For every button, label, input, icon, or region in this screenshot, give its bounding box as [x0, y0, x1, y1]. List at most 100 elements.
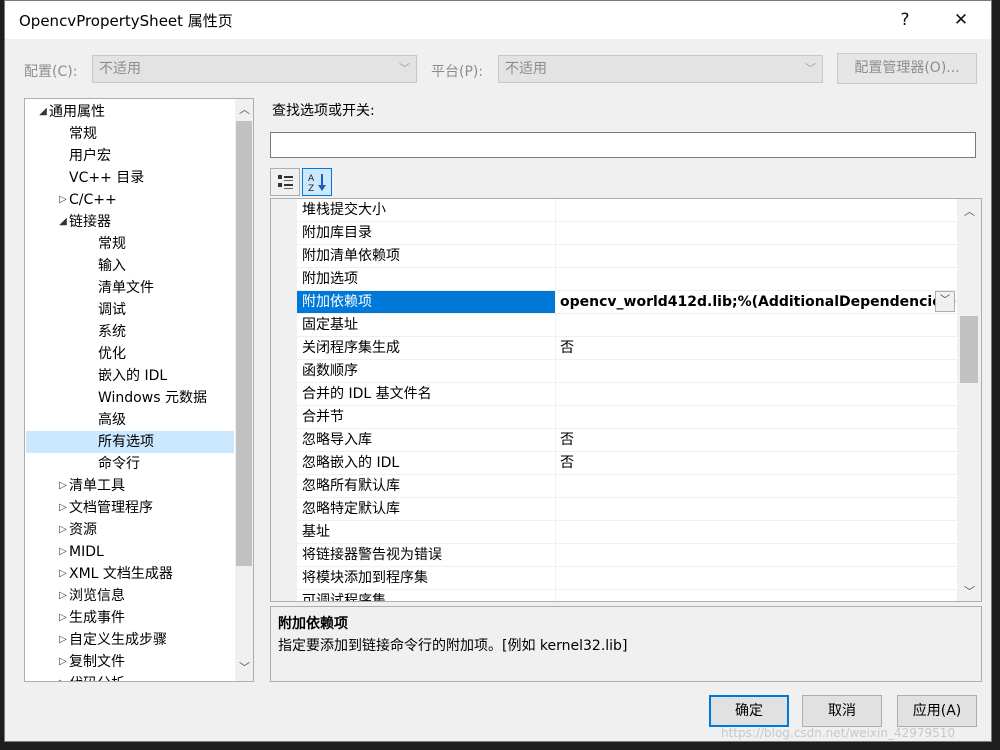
tree-item[interactable]: 高级 — [25, 409, 233, 431]
tree-item-label: 优化 — [98, 346, 126, 362]
property-row[interactable]: 忽略所有默认库 — [297, 475, 957, 498]
property-row[interactable]: 附加选项 — [297, 268, 957, 291]
property-row[interactable]: 附加依赖项 opencv_world412d.lib;%(AdditionalDe… — [297, 291, 957, 314]
scroll-up-icon[interactable]: ︿ — [964, 203, 975, 219]
tree-item[interactable]: 调试 — [25, 299, 233, 321]
tree-item[interactable]: ▷ 生成事件 — [25, 607, 233, 629]
tree-item[interactable]: 用户宏 — [25, 145, 233, 167]
description-text: 指定要添加到链接命令行的附加项。[例如 kernel32.lib] — [278, 638, 628, 654]
tree-item[interactable]: ▷ 浏览信息 — [25, 585, 233, 607]
tree-item[interactable]: ◢ 通用属性 — [25, 101, 233, 123]
tree-item[interactable]: 所有选项 — [25, 431, 233, 453]
collapsed-arrow-icon[interactable]: ▷ — [57, 563, 69, 585]
tree-item[interactable]: 嵌入的 IDL — [25, 365, 233, 387]
property-value[interactable]: opencv_world412d.lib;%(AdditionalDepende… — [560, 291, 956, 313]
tree-item[interactable]: 优化 — [25, 343, 233, 365]
help-button[interactable]: ? — [892, 7, 918, 33]
column-divider — [555, 590, 556, 601]
tree-item[interactable]: ▷ MIDL — [25, 541, 233, 563]
tree-item[interactable]: Windows 元数据 — [25, 387, 233, 409]
property-row[interactable]: 堆栈提交大小 — [297, 199, 957, 222]
config-label: 配置(C): — [24, 64, 78, 80]
column-divider — [555, 314, 556, 337]
property-row[interactable]: 附加库目录 — [297, 222, 957, 245]
tree-item[interactable]: ▷ 清单工具 — [25, 475, 233, 497]
collapsed-arrow-icon[interactable]: ▷ — [57, 629, 69, 651]
scroll-down-icon[interactable]: ﹀ — [239, 659, 250, 675]
property-row[interactable]: 固定基址 — [297, 314, 957, 337]
ok-button[interactable]: 确定 — [709, 695, 789, 727]
expanded-arrow-icon[interactable]: ◢ — [37, 101, 49, 123]
property-row[interactable]: 函数顺序 — [297, 360, 957, 383]
property-row[interactable]: 可调试程序集 — [297, 590, 957, 601]
svg-text:Z: Z — [308, 184, 314, 194]
tree-item-label: 自定义生成步骤 — [69, 632, 167, 648]
tree-item[interactable]: 常规 — [25, 233, 233, 255]
column-divider — [555, 521, 556, 544]
tree-item[interactable]: VC++ 目录 — [25, 167, 233, 189]
tree-item[interactable]: 清单文件 — [25, 277, 233, 299]
tree-item-label: MIDL — [69, 544, 104, 560]
scroll-down-icon[interactable]: ﹀ — [964, 583, 975, 599]
tree-item-label: 常规 — [98, 236, 126, 252]
tree-item[interactable]: ◢ 链接器 — [25, 211, 233, 233]
platform-select-value: 不适用 — [505, 61, 547, 77]
collapsed-arrow-icon[interactable]: ▷ — [57, 673, 69, 681]
tree-item-label: 系统 — [98, 324, 126, 340]
platform-select[interactable]: 不适用 ﹀ — [498, 55, 823, 83]
configuration-manager-button[interactable]: 配置管理器(O)... — [837, 53, 977, 84]
tree-item[interactable]: 命令行 — [25, 453, 233, 475]
collapsed-arrow-icon[interactable]: ▷ — [57, 189, 69, 211]
property-row[interactable]: 合并节 — [297, 406, 957, 429]
value-dropdown-button[interactable]: ﹀ — [935, 291, 955, 312]
tree-item[interactable]: ▷代码分析 — [25, 673, 233, 681]
property-row[interactable]: 关闭程序集生成 否 — [297, 337, 957, 360]
collapsed-arrow-icon[interactable]: ▷ — [57, 475, 69, 497]
tree-item[interactable]: ▷ XML 文档生成器 — [25, 563, 233, 585]
tree-scroll-thumb[interactable] — [236, 121, 252, 566]
search-label: 查找选项或开关: — [272, 103, 375, 119]
property-row[interactable]: 将链接器警告视为错误 — [297, 544, 957, 567]
tree-item-label: 链接器 — [69, 214, 111, 230]
collapsed-arrow-icon[interactable]: ▷ — [57, 497, 69, 519]
property-row[interactable]: 忽略嵌入的 IDL 否 — [297, 452, 957, 475]
tree-item[interactable]: 输入 — [25, 255, 233, 277]
tree-item[interactable]: ▷ 复制文件 — [25, 651, 233, 673]
tree-item[interactable]: ▷ C/C++ — [25, 189, 233, 211]
categorized-view-button[interactable] — [270, 168, 300, 196]
tree-item[interactable]: ▷ 文档管理程序 — [25, 497, 233, 519]
close-button[interactable]: ✕ — [948, 7, 974, 33]
property-row[interactable]: 合并的 IDL 基文件名 — [297, 383, 957, 406]
property-row[interactable]: 忽略导入库 否 — [297, 429, 957, 452]
tree-item-label: XML 文档生成器 — [69, 566, 173, 582]
tree-item-label: 用户宏 — [69, 148, 111, 164]
tree-item[interactable]: 常规 — [25, 123, 233, 145]
tree-item-label: VC++ 目录 — [69, 170, 145, 186]
tree-item[interactable]: 系统 — [25, 321, 233, 343]
tree-item[interactable]: ▷ 资源 — [25, 519, 233, 541]
grid-scroll-thumb[interactable] — [960, 316, 978, 383]
property-row[interactable]: 忽略特定默认库 — [297, 498, 957, 521]
config-select[interactable]: 不适用 ﹀ — [92, 55, 417, 83]
collapsed-arrow-icon[interactable]: ▷ — [57, 607, 69, 629]
tree-item-label: 浏览信息 — [69, 588, 125, 604]
grid-scrollbar[interactable]: ︿ ﹀ — [957, 199, 981, 601]
collapsed-arrow-icon[interactable]: ▷ — [57, 519, 69, 541]
expanded-arrow-icon[interactable]: ◢ — [57, 211, 69, 233]
tree-item-label: 通用属性 — [49, 104, 105, 120]
tree-scrollbar[interactable]: ︿ ﹀ — [235, 99, 253, 681]
property-row[interactable]: 将模块添加到程序集 — [297, 567, 957, 590]
collapsed-arrow-icon[interactable]: ▷ — [57, 541, 69, 563]
search-input[interactable] — [270, 132, 976, 158]
collapsed-arrow-icon[interactable]: ▷ — [57, 585, 69, 607]
tree-item[interactable]: ▷ 自定义生成步骤 — [25, 629, 233, 651]
collapsed-arrow-icon[interactable]: ▷ — [57, 651, 69, 673]
cancel-button[interactable]: 取消 — [802, 695, 882, 727]
property-row[interactable]: 附加清单依赖项 — [297, 245, 957, 268]
alphabetical-view-button[interactable]: A Z — [302, 168, 332, 196]
platform-label: 平台(P): — [431, 64, 484, 80]
apply-button[interactable]: 应用(A) — [897, 695, 977, 727]
property-row[interactable]: 基址 — [297, 521, 957, 544]
property-value: 否 — [560, 340, 574, 356]
scroll-up-icon[interactable]: ︿ — [239, 101, 250, 117]
